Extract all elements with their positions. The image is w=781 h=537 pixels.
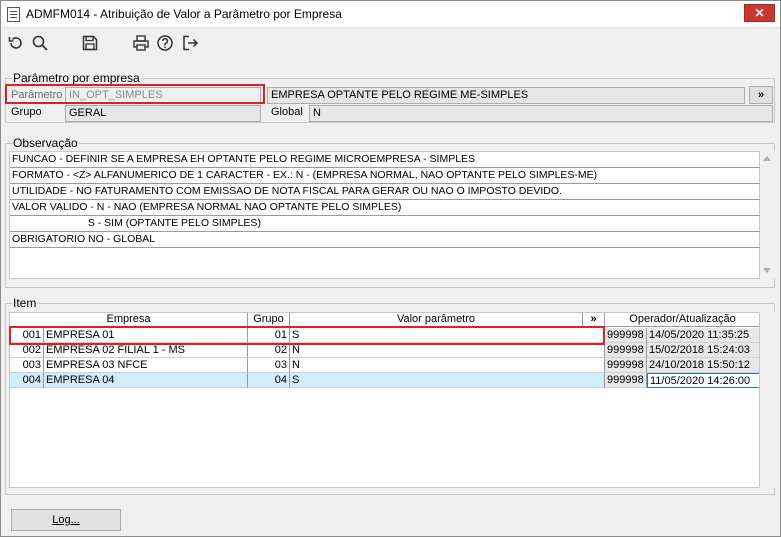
save-icon[interactable] [79, 32, 101, 54]
parametro-field[interactable]: IN_OPT_SIMPLES [65, 87, 261, 104]
cell-data-editing[interactable]: 11/05/2020 14:26:00 [647, 373, 759, 388]
cell-valor[interactable]: S [290, 328, 605, 343]
log-button[interactable]: Log... [11, 509, 121, 531]
cell-grupo: 04 [248, 373, 290, 388]
parametro-descricao-field: EMPRESA OPTANTE PELO REGIME ME-SIMPLES [267, 87, 745, 104]
item-grid: Empresa Grupo Valor parâmetro » Operador… [9, 312, 760, 488]
search-icon[interactable] [29, 32, 51, 54]
cell-empresa: EMPRESA 03 NFCE [44, 358, 248, 373]
cell-empresa: EMPRESA 01 [44, 328, 248, 343]
cell-empresa: EMPRESA 04 [44, 373, 248, 388]
document-icon [7, 7, 20, 22]
close-button[interactable]: ✕ [744, 4, 775, 22]
toolbar [1, 29, 780, 57]
cell-grupo: 03 [248, 358, 290, 373]
parametro-group-legend: Parâmetro por empresa [12, 71, 141, 85]
window-title: ADMFM014 - Atribuição de Valor a Parâmet… [26, 7, 342, 21]
cell-empresa: EMPRESA 02 FILIAL 1 - MS [44, 343, 248, 358]
grupo-label: Grupo [11, 106, 42, 118]
observacao-line: FUNCAO - DEFINIR SE A EMPRESA EH OPTANTE… [10, 152, 761, 168]
title-bar: ADMFM014 - Atribuição de Valor a Parâmet… [1, 1, 780, 28]
main-window: ADMFM014 - Atribuição de Valor a Parâmet… [0, 0, 781, 537]
item-scrollbar[interactable] [760, 312, 775, 488]
cell-valor[interactable]: N [290, 343, 605, 358]
parametro-more-button[interactable]: » [749, 86, 773, 104]
observacao-line: FORMATO - <Z> ALFANUMERICO DE 1 CARACTER… [10, 168, 761, 184]
col-header-grupo[interactable]: Grupo [248, 313, 290, 327]
observacao-group-legend: Observação [12, 136, 79, 150]
observacao-line: OBRIGATORIO NO - GLOBAL [10, 232, 761, 248]
cell-codigo: 001 [10, 328, 44, 343]
observacao-scrollbar[interactable] [760, 151, 775, 279]
undo-icon[interactable] [5, 32, 27, 54]
observacao-line: UTILIDADE - NO FATURAMENTO COM EMISSAO D… [10, 184, 761, 200]
cell-operador: 999998 [605, 358, 647, 373]
parametro-label: Parâmetro [11, 89, 63, 101]
observacao-line: VALOR VALIDO - N - NAO (EMPRESA NORMAL N… [10, 200, 761, 216]
item-group-legend: Item [12, 296, 38, 310]
print-icon[interactable] [130, 32, 152, 54]
cell-operador: 999998 [605, 373, 647, 388]
cell-valor[interactable]: N [290, 358, 605, 373]
cell-codigo: 003 [10, 358, 44, 373]
cell-grupo: 02 [248, 343, 290, 358]
observacao-list[interactable]: FUNCAO - DEFINIR SE A EMPRESA EH OPTANTE… [9, 151, 761, 279]
cell-codigo: 004 [10, 373, 44, 388]
cell-grupo: 01 [248, 328, 290, 343]
cell-operador: 999998 [605, 328, 647, 343]
global-label: Global [271, 106, 303, 118]
cell-codigo: 002 [10, 343, 44, 358]
exit-icon[interactable] [179, 32, 201, 54]
cell-data: 14/05/2020 11:35:25 [647, 328, 759, 343]
observacao-line: S - SIM (OPTANTE PELO SIMPLES) [10, 216, 761, 232]
cell-data: 15/02/2018 15:24:03 [647, 343, 759, 358]
cell-operador: 999998 [605, 343, 647, 358]
cell-valor[interactable]: S [290, 373, 605, 388]
global-field: N [309, 105, 773, 122]
help-icon[interactable] [154, 32, 176, 54]
grupo-field: GERAL [65, 105, 261, 122]
scroll-down-icon[interactable] [763, 268, 771, 273]
col-header-empresa[interactable]: Empresa [10, 313, 248, 327]
col-header-valor[interactable]: Valor parâmetro [290, 313, 583, 327]
col-header-more-button[interactable]: » [583, 313, 605, 327]
cell-data: 24/10/2018 15:50:12 [647, 358, 759, 373]
scroll-up-icon[interactable] [763, 156, 771, 161]
col-header-operador[interactable]: Operador/Atualização [605, 313, 759, 327]
